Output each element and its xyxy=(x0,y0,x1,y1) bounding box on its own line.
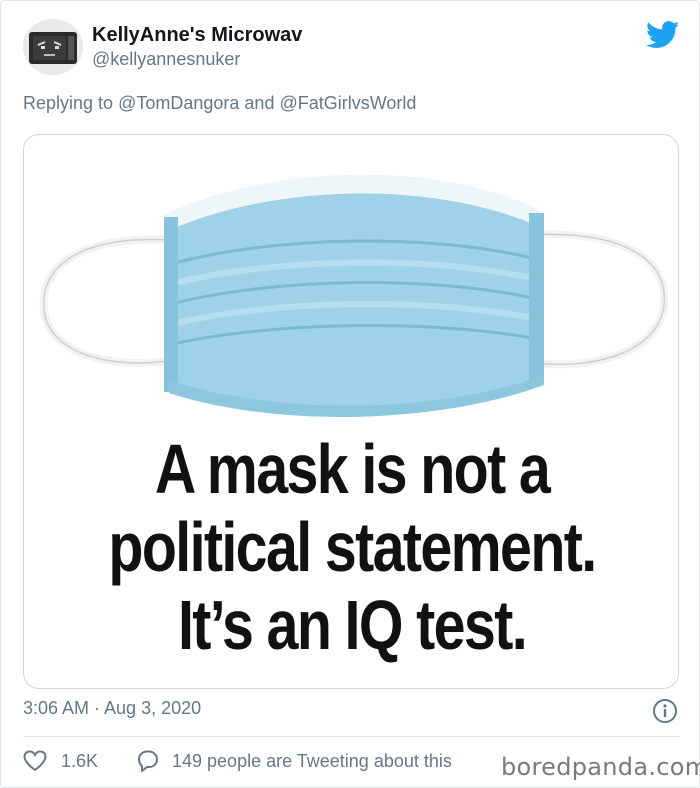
heart-icon[interactable] xyxy=(23,750,47,772)
replying-to-line: Replying to @TomDangora and @FatGirlvsWo… xyxy=(23,93,416,114)
display-name[interactable]: KellyAnne's Microwav xyxy=(92,24,302,47)
reply-conjunction: and xyxy=(244,93,275,113)
twitter-bird-icon[interactable] xyxy=(646,21,680,49)
surgical-mask-image xyxy=(39,174,669,417)
avatar[interactable] xyxy=(23,19,83,75)
reply-bubble-icon[interactable] xyxy=(136,749,160,773)
user-handle[interactable]: @kellyannesnuker xyxy=(92,49,240,70)
reply-prefix: Replying to xyxy=(23,93,114,113)
like-count[interactable]: 1.6K xyxy=(61,751,98,772)
mention-link[interactable]: @TomDangora xyxy=(118,93,239,113)
media-caption: A mask is not a political statement. It’… xyxy=(24,430,678,664)
caption-line: It’s an IQ test. xyxy=(177,586,528,664)
divider xyxy=(23,736,679,737)
tweet-media-image[interactable]: A mask is not a political statement. It’… xyxy=(23,134,679,689)
conversation-link[interactable]: 149 people are Tweeting about this xyxy=(172,751,452,772)
caption-line: political statement. xyxy=(108,508,597,586)
microwave-avatar-image xyxy=(23,19,83,75)
caption-line: A mask is not a xyxy=(154,430,551,508)
info-icon[interactable] xyxy=(652,698,678,724)
mention-link[interactable]: @FatGirlvsWorld xyxy=(279,93,416,113)
watermark: boredpanda.com xyxy=(501,753,700,781)
tweet-card: KellyAnne's Microwav @kellyannesnuker Re… xyxy=(0,0,700,788)
tweet-timestamp[interactable]: 3:06 AM · Aug 3, 2020 xyxy=(23,698,201,719)
